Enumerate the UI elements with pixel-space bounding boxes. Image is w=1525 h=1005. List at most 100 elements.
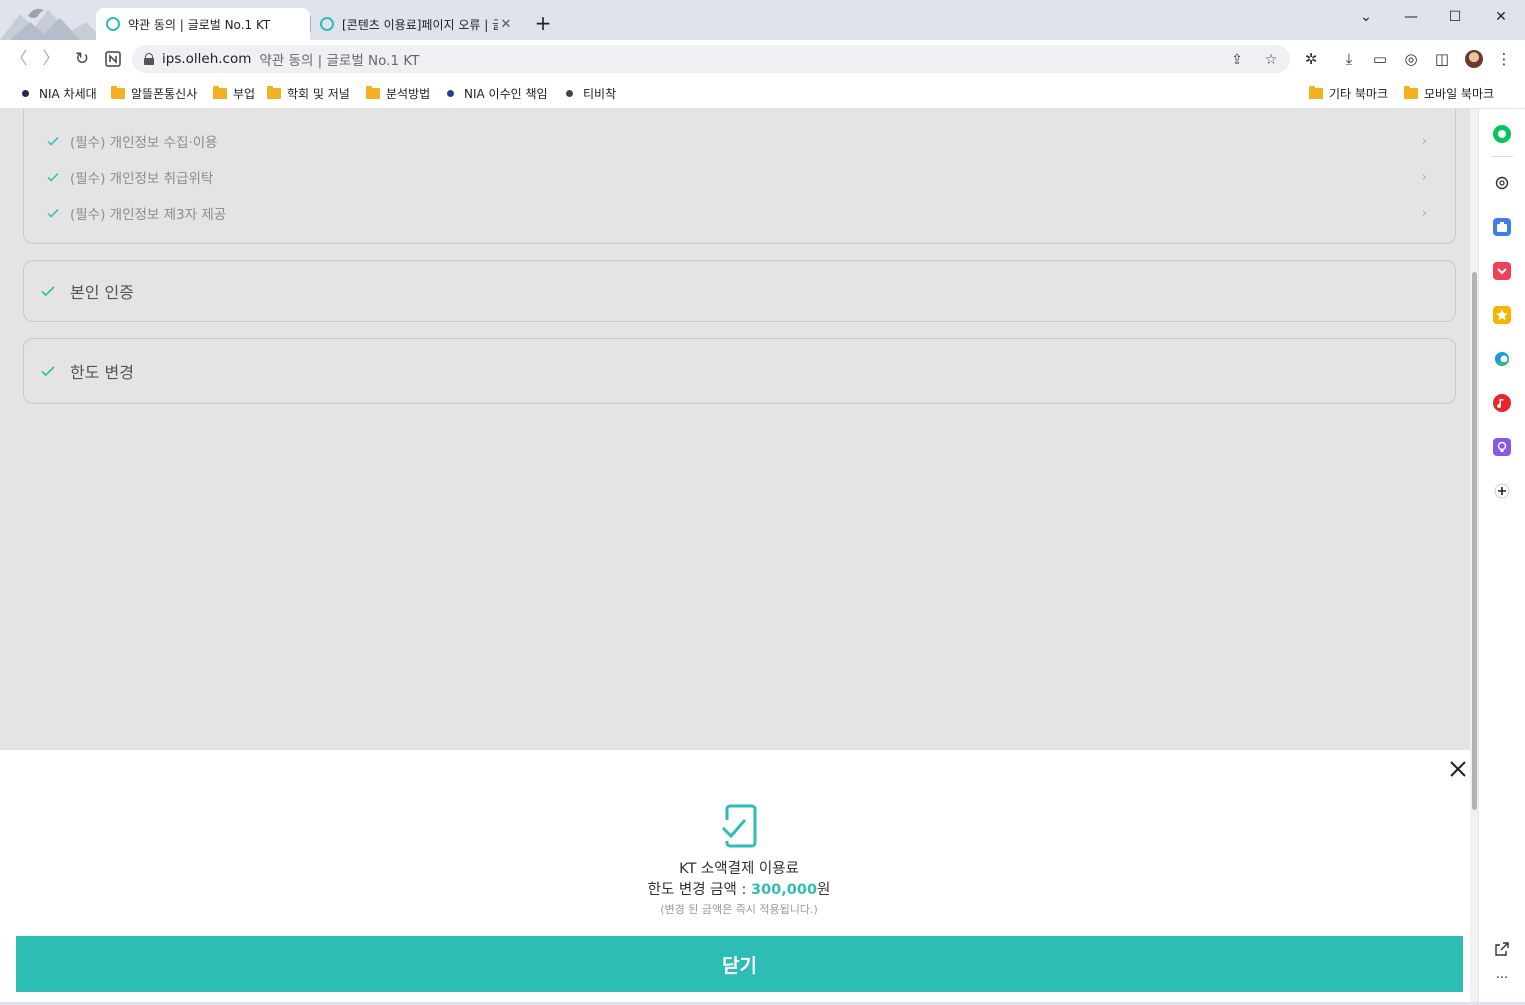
bookmark-nia-next[interactable]: NIA 차세대 <box>22 85 97 102</box>
screenshot-icon[interactable]: ◎ <box>1400 48 1422 70</box>
kt-favicon-icon <box>106 17 120 31</box>
bookmark-label: 알뜰폰통신사 <box>131 87 198 101</box>
bookmark-label: NIA 이수인 책임 <box>464 87 548 101</box>
term-row-third-party[interactable]: (필수) 개인정보 제3자 제공 › <box>46 203 1427 223</box>
theme-artwork <box>0 0 100 40</box>
bookmark-label: 분석방법 <box>386 87 431 101</box>
open-external-icon[interactable] <box>1493 940 1511 958</box>
tab-title: 약관 동의 | 글로벌 No.1 KT <box>128 17 271 32</box>
naver-icon[interactable] <box>1493 125 1511 143</box>
bookmark-label: 모바일 북마크 <box>1424 87 1495 101</box>
term-row-outsourcing[interactable]: (필수) 개인정보 취급위탁 › <box>46 167 1427 187</box>
chevron-right-icon: › <box>1421 133 1427 149</box>
chevron-right-icon: › <box>1421 205 1427 221</box>
bookmark-folder-mobile[interactable]: 모바일 북마크 <box>1404 85 1494 102</box>
scrollbar-thumb[interactable] <box>1472 272 1477 810</box>
close-icon[interactable] <box>1447 758 1469 780</box>
folder-icon <box>1404 86 1418 99</box>
extensions-icon[interactable]: ✲ <box>1300 48 1322 70</box>
folder-icon <box>111 86 125 99</box>
naver-extension-icon[interactable] <box>102 48 124 70</box>
tab-inactive[interactable]: [콘텐츠 이용료]페이지 오류 | 글로벌 No.1 KT ✕ <box>310 8 522 40</box>
amount-unit: 원 <box>817 882 831 898</box>
folder-icon <box>366 86 380 99</box>
tab-search-icon[interactable]: ⌄ <box>1352 6 1380 28</box>
media-icon[interactable]: ▭ <box>1369 48 1391 70</box>
back-icon[interactable]: 〈 <box>8 48 30 70</box>
term-label: (필수) 개인정보 제3자 제공 <box>70 207 227 223</box>
bookmark-favicon-icon <box>566 90 573 97</box>
favorites-star-icon[interactable] <box>1493 306 1511 324</box>
music-icon[interactable] <box>1493 394 1511 412</box>
bookmark-folder-journals[interactable]: 학회 및 저널 <box>267 85 350 102</box>
section-label: 본인 인증 <box>70 283 134 302</box>
share-icon[interactable]: ⇪ <box>1228 51 1246 69</box>
bookmark-folder-sidejob[interactable]: 부업 <box>213 85 255 102</box>
bookmark-folder-analysis[interactable]: 분석방법 <box>366 85 430 102</box>
bookmarks-bar: NIA 차세대 알뜰폰통신사 부업 학회 및 저널 분석방법 NIA 이수인 책… <box>0 78 1525 109</box>
folder-icon <box>213 86 227 99</box>
bookmark-label: NIA 차세대 <box>39 87 97 101</box>
tab-strip: 약관 동의 | 글로벌 No.1 KT [콘텐츠 이용료]페이지 오류 | 글로… <box>0 0 1525 40</box>
sheet-note: (변경 된 금액은 즉시 적용됩니다.) <box>660 903 818 916</box>
reload-icon[interactable]: ↻ <box>71 48 93 70</box>
browser-side-panel: ··· <box>1478 109 1525 1002</box>
lightbulb-icon[interactable] <box>1493 438 1511 456</box>
limit-amount-line: 한도 변경 금액 : 300,000원 <box>0 878 1478 899</box>
bookmark-folder-mvno[interactable]: 알뜰폰통신사 <box>111 85 197 102</box>
amount-prefix: 한도 변경 금액 : <box>647 882 751 898</box>
side-panel-divider <box>1491 156 1513 157</box>
pocket-icon[interactable] <box>1493 262 1511 280</box>
chevron-right-icon: › <box>1421 169 1427 185</box>
bookmark-tivichak[interactable]: 티비착 <box>566 85 616 102</box>
browser-toolbar: 〈 〉 ↻ ips.olleh.com 약관 동의 | 글로벌 No.1 KT … <box>0 40 1525 78</box>
briefcase-icon[interactable] <box>1493 218 1511 236</box>
download-icon[interactable]: ⤓ <box>1338 48 1360 70</box>
add-icon[interactable] <box>1493 482 1511 500</box>
folder-icon <box>1309 86 1323 99</box>
chatgpt-icon[interactable] <box>1493 174 1511 192</box>
kt-favicon-icon <box>320 17 334 31</box>
check-icon <box>47 208 59 218</box>
check-icon <box>41 366 55 377</box>
folder-icon <box>267 86 281 99</box>
term-label: (필수) 개인정보 취급위탁 <box>70 171 214 187</box>
forward-icon[interactable]: 〉 <box>40 48 62 70</box>
amount-value: 300,000 <box>750 882 818 898</box>
menu-kebab-icon[interactable]: ⋮ <box>1493 48 1515 70</box>
bookmark-label: 학회 및 저널 <box>287 87 350 101</box>
profile-avatar[interactable] <box>1465 50 1483 68</box>
result-bottom-sheet: KT 소액결제 이용료 한도 변경 금액 : 300,000원 (변경 된 금액… <box>0 750 1470 1002</box>
more-icon[interactable]: ··· <box>1493 971 1511 989</box>
section-limit-change[interactable]: 한도 변경 <box>23 338 1456 404</box>
section-label: 한도 변경 <box>70 363 134 382</box>
tab-close-icon[interactable]: ✕ <box>498 17 514 32</box>
term-row-collection[interactable]: (필수) 개인정보 수집·이용 › <box>46 131 1427 151</box>
bookmark-label: 부업 <box>233 87 256 101</box>
edge-drop-icon[interactable] <box>1493 350 1511 368</box>
bookmark-star-icon[interactable]: ☆ <box>1262 51 1280 69</box>
bookmark-folder-other[interactable]: 기타 북마크 <box>1309 85 1388 102</box>
check-icon <box>47 136 59 146</box>
term-label: (필수) 개인정보 수집·이용 <box>70 135 218 151</box>
maximize-icon[interactable]: ☐ <box>1441 6 1469 28</box>
phone-check-icon <box>721 804 757 848</box>
tab-active[interactable]: 약관 동의 | 글로벌 No.1 KT <box>96 8 310 40</box>
lock-icon <box>144 53 154 65</box>
section-identity-verification[interactable]: 본인 인증 <box>23 260 1456 322</box>
new-tab-button[interactable]: + <box>532 12 554 34</box>
check-icon <box>47 172 59 182</box>
window-close-icon[interactable]: ✕ <box>1487 6 1515 28</box>
side-panel-icon[interactable]: ◫ <box>1431 48 1453 70</box>
minimize-icon[interactable]: — <box>1397 6 1425 28</box>
bookmark-label: 기타 북마크 <box>1329 87 1389 101</box>
bookmark-favicon-icon <box>22 90 29 97</box>
bookmark-nia-person[interactable]: NIA 이수인 책임 <box>447 85 548 102</box>
terms-card: (필수) 개인정보 수집·이용 › (필수) 개인정보 취급위탁 › (필수) … <box>23 109 1456 244</box>
bookmark-label: 티비착 <box>583 87 617 101</box>
address-bar[interactable]: ips.olleh.com 약관 동의 | 글로벌 No.1 KT ⇪ ☆ <box>132 45 1290 73</box>
tab-title: [콘텐츠 이용료]페이지 오류 | 글로벌 No.1 KT <box>342 17 498 32</box>
check-icon <box>41 286 55 297</box>
sheet-title: KT 소액결제 이용료 <box>679 861 799 877</box>
close-button[interactable]: 닫기 <box>16 936 1463 992</box>
